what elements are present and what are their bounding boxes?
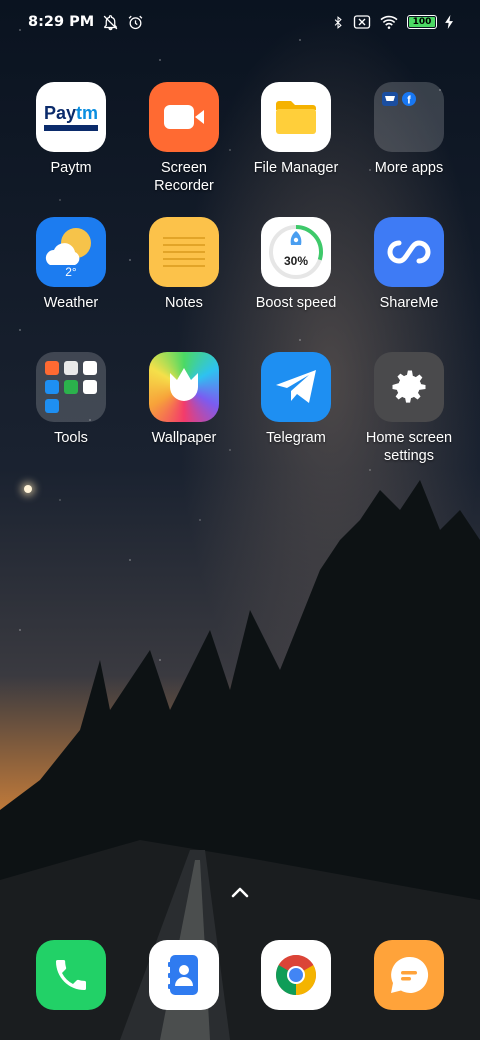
app-shareme[interactable]: ShareMe	[353, 217, 465, 312]
app-label: Wallpaper	[151, 430, 217, 446]
battery-level: 100	[412, 17, 432, 27]
app-paytm[interactable]: Paytm Paytm	[15, 82, 127, 177]
app-wallpaper[interactable]: Wallpaper	[128, 352, 240, 447]
message-bubble-icon	[374, 940, 444, 1010]
app-label: Weather	[43, 295, 99, 311]
svg-text:Paytm: Paytm	[44, 103, 98, 123]
wifi-icon	[380, 15, 398, 29]
chrome-icon	[261, 940, 331, 1010]
rocket-icon: 30%	[261, 217, 331, 287]
folder-more-apps-icon: f	[374, 82, 444, 152]
app-boost-speed[interactable]: 30% Boost speed	[240, 217, 352, 312]
folder-tools-icon	[36, 352, 106, 422]
app-weather[interactable]: 2° Weather	[15, 217, 127, 312]
app-label: Home screen settings	[365, 430, 453, 464]
contacts-icon	[149, 940, 219, 1010]
app-notes[interactable]: Notes	[128, 217, 240, 312]
battery-icon: 100	[407, 15, 437, 29]
notifications-off-icon	[103, 14, 118, 30]
app-label: Tools	[54, 430, 88, 446]
app-file-manager[interactable]: File Manager	[240, 82, 352, 177]
app-home-screen-settings[interactable]: Home screen settings	[353, 352, 465, 465]
dock-phone[interactable]	[15, 940, 127, 1010]
notes-icon	[149, 217, 219, 287]
app-folder-tools[interactable]: Tools	[15, 352, 127, 447]
app-drawer-chevron-icon[interactable]	[230, 885, 250, 899]
app-telegram[interactable]: Telegram	[240, 352, 352, 447]
no-sim-icon	[353, 15, 371, 29]
weather-icon: 2°	[36, 217, 106, 287]
app-label: Boost speed	[255, 295, 337, 311]
folder-icon	[261, 82, 331, 152]
shopping-cart-icon	[382, 92, 398, 106]
weather-temp: 2°	[65, 265, 77, 279]
clock: 8:29 PM	[28, 14, 95, 30]
boost-percent: 30%	[284, 254, 308, 268]
app-label: ShareMe	[379, 295, 439, 311]
app-label: Telegram	[266, 430, 326, 446]
app-folder-more-apps[interactable]: f More apps	[353, 82, 465, 177]
app-label: File Manager	[253, 160, 339, 176]
app-label: Screen Recorder	[154, 160, 214, 194]
facebook-icon: f	[402, 92, 416, 107]
alarm-icon	[128, 15, 143, 29]
infinity-link-icon	[374, 217, 444, 287]
app-label: Paytm	[50, 160, 92, 176]
dock-chrome[interactable]	[240, 940, 352, 1010]
paper-plane-icon	[261, 352, 331, 422]
app-screen-recorder[interactable]: Screen Recorder	[128, 82, 240, 195]
wallpaper-tulip-icon	[149, 352, 219, 422]
video-camera-icon	[149, 82, 219, 152]
svg-text:f: f	[407, 95, 411, 107]
app-label: Notes	[165, 295, 203, 311]
app-label: More apps	[374, 160, 444, 176]
status-bar: 8:29 PM 100	[0, 0, 480, 44]
phone-icon	[36, 940, 106, 1010]
bluetooth-icon	[334, 15, 342, 29]
paytm-icon: Paytm	[36, 82, 106, 152]
dock-messages[interactable]	[353, 940, 465, 1010]
charging-icon	[445, 15, 453, 29]
dock-contacts[interactable]	[128, 940, 240, 1010]
gear-icon	[374, 352, 444, 422]
